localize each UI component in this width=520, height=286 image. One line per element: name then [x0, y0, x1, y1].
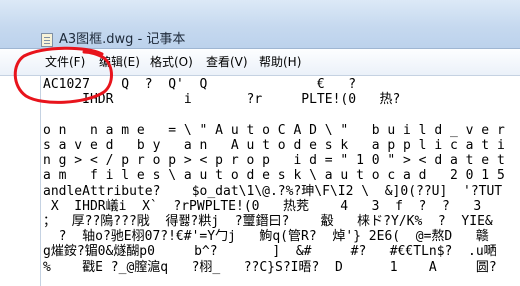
text-line: X IHDR嶬i X` ?rPWPLTE!(0 热茺 4 3 f ? ? 3: [43, 199, 482, 214]
menu-file[interactable]: 文件(F): [45, 54, 85, 70]
text-line: ? 轴o?驰E栩07?!€#'=Y勹j 鮈q(管R? 焯'} 2E6( @=熬D…: [43, 229, 489, 244]
menu-help[interactable]: 帮助(H): [259, 54, 301, 70]
text-line: n g > < / p r o p > < p r o p i d = " 1 …: [43, 153, 505, 168]
text-line: ； 厚??隝???戙 得퐳?粠j ?璽鐕曰? 觳 梾ド?Y/K% ? YIE&: [43, 214, 493, 229]
text-line: s a v e d b y a n A u t o d e s k a p p …: [43, 138, 505, 153]
text-line: andleAttribute? $o_dat\1\@.?%?珅\F\I2 \ &…: [43, 184, 503, 199]
text-line: % 戳E ?_@膣滬q ?栩_ ??C}S?I晤? D 1 A 圆?: [43, 260, 497, 275]
text-line: o n n a m e = \ " A u t o C A D \ " b u …: [43, 123, 505, 138]
text-line: g熣銨?镅0&燧醐p0 b^? ] &# #? #€€TLn$? .u嗮: [43, 244, 497, 259]
notepad-icon: [41, 33, 53, 47]
menu-view[interactable]: 查看(V): [206, 54, 248, 70]
title-bar: A3图框.dwg - 记事本: [0, 0, 520, 49]
text-line: IHDR i ?r PLTE!(0 热?: [43, 92, 401, 107]
menu-edit[interactable]: 编辑(E): [99, 54, 140, 70]
text-line: a m f i l e s \ a u t o d e s k \ a u t …: [43, 168, 505, 183]
menu-format[interactable]: 格式(O): [150, 54, 193, 70]
document-text-area[interactable]: AC1027 Q ? Q' Q € ? IHDR i ?r PLTE!(0 热?…: [40, 76, 520, 286]
window-title: A3图框.dwg - 记事本: [59, 32, 186, 47]
menu-bar: 文件(F) 编辑(E) 格式(O) 查看(V) 帮助(H): [0, 49, 520, 76]
text-line: AC1027 Q ? Q' Q € ?: [43, 77, 357, 92]
